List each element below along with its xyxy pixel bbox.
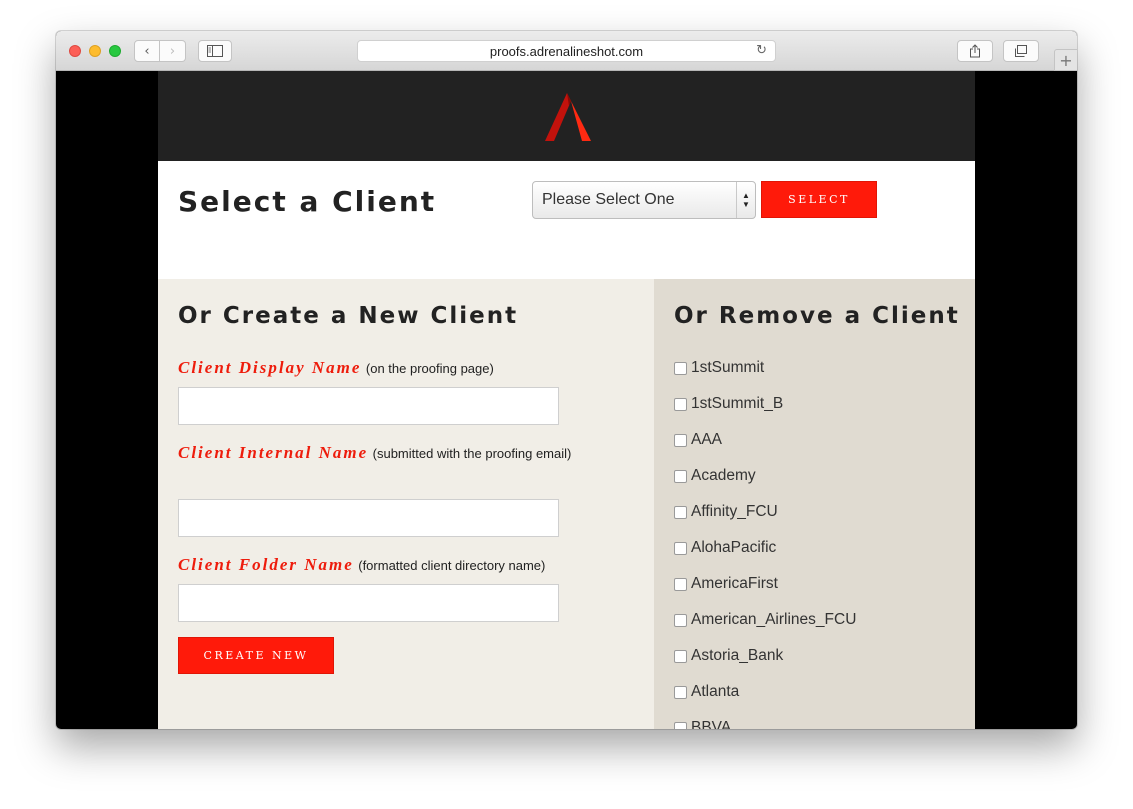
tabs-icon (1015, 44, 1027, 57)
client-checkbox[interactable] (674, 577, 687, 591)
list-item[interactable]: AmericaFirst (674, 574, 778, 594)
internal-name-hint: (submitted with the proofing email) (372, 446, 572, 461)
create-new-button[interactable]: CREATE NEW (178, 637, 334, 674)
client-checkbox[interactable] (674, 685, 687, 699)
list-item[interactable]: AlohaPacific (674, 538, 776, 558)
client-checkbox[interactable] (674, 541, 687, 555)
display-name-label-text: Client Display Name (178, 358, 362, 377)
plus-icon: + (1059, 50, 1073, 70)
folder-name-label-text: Client Folder Name (178, 555, 354, 574)
client-checkbox[interactable] (674, 361, 687, 375)
list-item[interactable]: 1stSummit (674, 358, 764, 378)
forward-button[interactable]: › (160, 40, 186, 62)
updown-arrows-icon: ▲ ▼ (736, 182, 755, 218)
list-item[interactable]: BBVA (674, 718, 731, 729)
client-checkbox[interactable] (674, 721, 687, 729)
internal-name-input[interactable] (178, 499, 559, 537)
client-checkbox[interactable] (674, 505, 687, 519)
client-checkbox[interactable] (674, 397, 687, 411)
share-button[interactable] (957, 40, 993, 62)
show-tabs-button[interactable] (1003, 40, 1039, 62)
client-checkbox[interactable] (674, 433, 687, 447)
chevron-left-icon: ‹ (144, 43, 150, 59)
client-select-dropdown[interactable]: Please Select One ▲ ▼ (532, 181, 756, 219)
select-client-title: Select a Client (178, 185, 437, 218)
folder-name-input[interactable] (178, 584, 559, 622)
create-client-section: Or Create a New Client Client Display Na… (158, 279, 654, 729)
client-checkbox[interactable] (674, 613, 687, 627)
back-button[interactable]: ‹ (134, 40, 160, 62)
title-bar: ‹ › proofs.adrenalineshot.com ↻ + (56, 31, 1077, 71)
share-icon (970, 44, 980, 58)
list-item[interactable]: Academy (674, 466, 756, 486)
list-item[interactable]: American_Airlines_FCU (674, 610, 856, 630)
select-button[interactable]: SELECT (761, 181, 877, 218)
list-item[interactable]: Atlanta (674, 682, 739, 702)
internal-name-label: Client Internal Name (submitted with the… (178, 439, 578, 467)
list-item[interactable]: AAA (674, 430, 722, 450)
site-header (158, 71, 975, 161)
url-text: proofs.adrenalineshot.com (489, 43, 644, 59)
folder-name-label: Client Folder Name (formatted client dir… (178, 551, 598, 579)
list-item[interactable]: 1stSummit_B (674, 394, 783, 414)
browser-window: ‹ › proofs.adrenalineshot.com ↻ + Select… (56, 31, 1077, 729)
sidebar-toggle-button[interactable] (198, 40, 232, 62)
sidebar-icon (207, 45, 223, 57)
close-window-button[interactable] (69, 45, 81, 57)
internal-name-label-text: Client Internal Name (178, 443, 369, 462)
address-bar[interactable]: proofs.adrenalineshot.com ↻ (357, 40, 776, 62)
client-checkbox[interactable] (674, 469, 687, 483)
create-client-title: Or Create a New Client (178, 303, 519, 329)
new-tab-button[interactable]: + (1054, 49, 1077, 71)
dropdown-selected-value: Please Select One (542, 191, 675, 208)
minimize-window-button[interactable] (89, 45, 101, 57)
folder-name-hint: (formatted client directory name) (358, 558, 546, 573)
page-content: Select a Client Please Select One ▲ ▼ SEL… (158, 71, 975, 729)
client-checkbox[interactable] (674, 649, 687, 663)
remove-client-title: Or Remove a Client (674, 303, 960, 329)
list-item[interactable]: Astoria_Bank (674, 646, 783, 666)
display-name-label: Client Display Name (on the proofing pag… (178, 354, 598, 382)
display-name-hint: (on the proofing page) (365, 361, 494, 376)
display-name-input[interactable] (178, 387, 559, 425)
reload-icon[interactable]: ↻ (756, 43, 767, 58)
list-item[interactable]: Affinity_FCU (674, 502, 778, 522)
adrenaline-logo-icon (545, 93, 591, 141)
maximize-window-button[interactable] (109, 45, 121, 57)
remove-client-section: Or Remove a Client 1stSummit 1stSummit_B… (654, 279, 975, 729)
select-client-section: Select a Client Please Select One ▲ ▼ SEL… (158, 161, 975, 279)
chevron-right-icon: › (169, 43, 176, 59)
